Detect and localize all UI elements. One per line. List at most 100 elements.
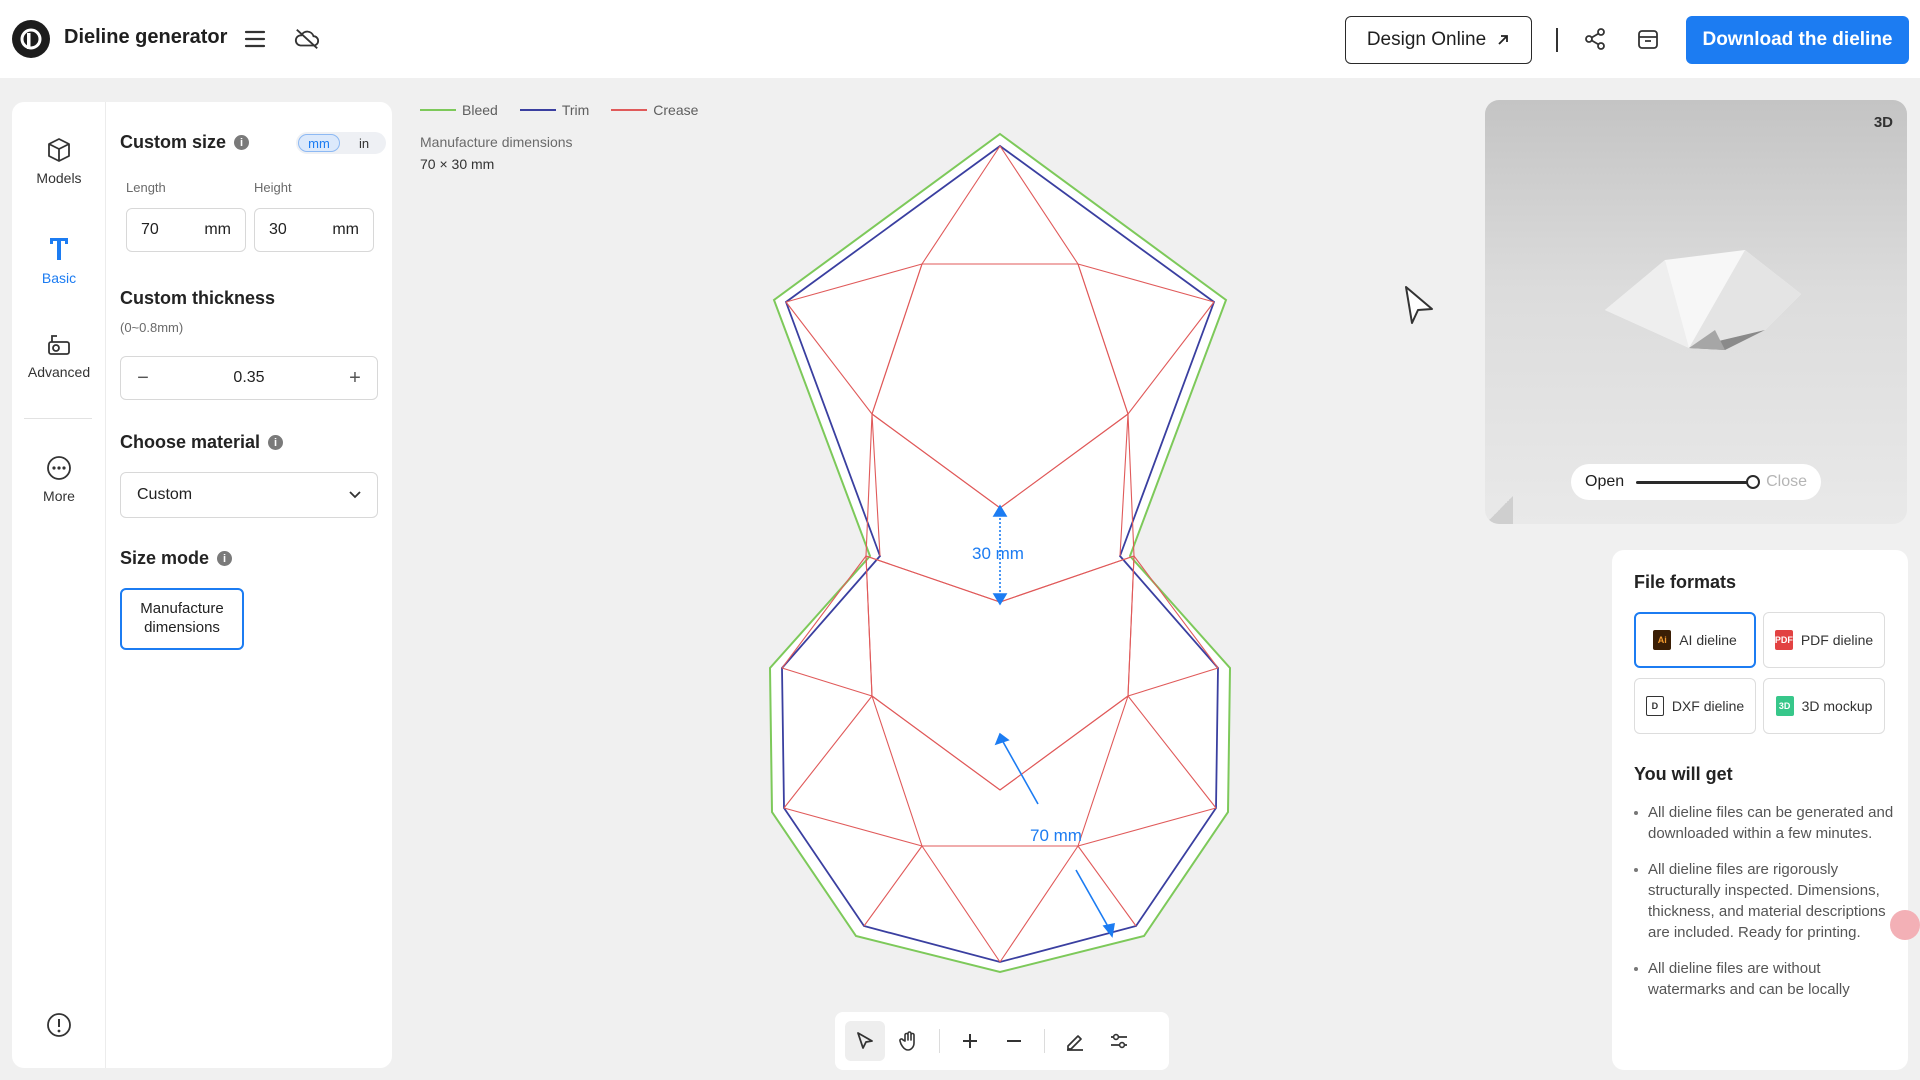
toolbar-separator [939, 1029, 940, 1053]
3d-toggle-button[interactable]: 3D [1874, 114, 1893, 131]
open-close-slider[interactable]: Open Close [1571, 464, 1821, 500]
top-bar: Dieline generator Design Online Download… [0, 0, 1920, 78]
material-value: Custom [137, 486, 193, 503]
pen-tool-icon[interactable] [1055, 1021, 1095, 1061]
design-online-button[interactable]: Design Online [1345, 16, 1532, 64]
material-title-text: Choose material [120, 432, 261, 452]
unit-option-mm[interactable]: mm [298, 134, 340, 152]
share-icon[interactable] [1582, 26, 1608, 52]
toolbar-separator [1044, 1029, 1045, 1053]
app-title: Dieline generator [64, 26, 228, 48]
select-tool-icon[interactable] [845, 1021, 885, 1061]
mockup-icon: 3D [1775, 696, 1794, 716]
rail-item-basic[interactable]: Basic [12, 234, 106, 286]
cloud-off-icon[interactable] [294, 26, 320, 52]
format-label: DXF dieline [1671, 698, 1745, 714]
adjust-icon[interactable] [1099, 1021, 1139, 1061]
size-mode-title: Size mode i [120, 548, 233, 569]
rail-label-advanced: Advanced [27, 364, 91, 380]
rail-label-models: Models [36, 170, 82, 186]
translate-icon[interactable] [1890, 910, 1920, 940]
list-item: All dieline files are rigorously structu… [1634, 859, 1896, 944]
format-dxf-dieline[interactable]: D DXF dieline [1634, 678, 1756, 734]
custom-size-title: Custom size i [120, 132, 250, 153]
custom-size-title-text: Custom size [120, 132, 227, 152]
length-dimension-label: 70 mm [1030, 826, 1082, 845]
format-label: 3D mockup [1801, 698, 1873, 714]
chevron-down-icon [349, 491, 361, 499]
height-unit: mm [332, 221, 359, 238]
left-rail: Models Basic Advanced More [12, 102, 106, 1068]
decrement-button[interactable]: − [129, 364, 157, 392]
thickness-stepper: − 0.35 + [120, 356, 378, 400]
rail-item-advanced[interactable]: Advanced [12, 332, 106, 380]
hand-tool-icon[interactable] [889, 1021, 929, 1061]
zoom-in-icon[interactable] [950, 1021, 990, 1061]
thickness-value[interactable]: 0.35 [233, 369, 264, 387]
pdf-file-icon: PDF [1774, 630, 1793, 650]
menu-icon[interactable] [242, 26, 268, 52]
unit-option-in[interactable]: in [344, 134, 384, 152]
zoom-out-icon[interactable] [994, 1021, 1034, 1061]
design-online-label: Design Online [1366, 29, 1487, 50]
ai-file-icon: Ai [1653, 630, 1672, 650]
thickness-range: (0~0.8mm) [120, 320, 184, 335]
info-icon[interactable]: i [217, 551, 233, 566]
3d-model-render[interactable] [1565, 230, 1825, 380]
mouse-cursor-icon [1402, 284, 1438, 333]
slider-track[interactable] [1636, 474, 1761, 489]
external-link-icon [1498, 35, 1509, 45]
manufacture-dimensions-value: 70 × 30 mm [420, 156, 495, 172]
toolbar-divider [1556, 28, 1558, 52]
length-input[interactable]: 70 mm [126, 208, 246, 252]
app-logo[interactable] [12, 20, 50, 58]
file-formats-title: File formats [1634, 572, 1737, 592]
3d-preview[interactable]: 3D Open Close [1485, 100, 1907, 524]
list-item: All dieline files can be generated and d… [1634, 802, 1896, 845]
material-title: Choose material i [120, 432, 284, 453]
unit-toggle: mm in [296, 132, 386, 154]
download-dieline-button[interactable]: Download the dieline [1686, 16, 1909, 64]
legend-item-crease: Crease [611, 102, 698, 118]
height-label: Height [254, 180, 292, 195]
legend-item-trim: Trim [519, 102, 590, 118]
height-input[interactable]: 30 mm [254, 208, 374, 252]
rail-item-more[interactable]: More [12, 454, 106, 504]
legend-swatch [611, 109, 648, 111]
rail-label-basic: Basic [41, 270, 77, 286]
format-ai-dieline[interactable]: Ai AI dieline [1634, 612, 1756, 668]
legend-label: Trim [561, 102, 590, 118]
length-value: 70 [141, 221, 159, 238]
increment-button[interactable]: + [341, 364, 369, 392]
rail-divider [24, 418, 92, 419]
legend-label: Bleed [462, 102, 498, 118]
list-item: All dieline files are without watermarks… [1634, 958, 1896, 1001]
file-formats-card: File formats Ai AI dieline PDF PDF dieli… [1612, 550, 1908, 1070]
info-icon[interactable]: i [268, 435, 284, 450]
canvas-toolbar [835, 1012, 1169, 1070]
dxf-file-icon: D [1645, 696, 1664, 716]
legend-swatch [519, 109, 556, 111]
legend-item-bleed: Bleed [420, 102, 498, 118]
text-t-icon [50, 238, 68, 260]
resize-handle[interactable] [1485, 496, 1513, 524]
thickness-title: Custom thickness [120, 288, 276, 308]
you-will-get-title: You will get [1634, 764, 1733, 784]
info-circle-icon[interactable] [46, 1012, 72, 1043]
format-pdf-dieline[interactable]: PDF PDF dieline [1763, 612, 1885, 668]
slider-close-label: Close [1766, 473, 1807, 490]
height-dimension-label: 30 mm [972, 544, 1024, 563]
legend-swatch [420, 109, 456, 111]
format-3d-mockup[interactable]: 3D 3D mockup [1763, 678, 1885, 734]
archive-icon[interactable] [1635, 26, 1661, 52]
rail-item-models[interactable]: Models [12, 136, 106, 186]
manufacture-dimensions-label: Manufacture dimensions [420, 134, 573, 150]
rail-label-more: More [43, 488, 75, 504]
size-mode-option[interactable]: Manufacture dimensions [120, 588, 244, 650]
length-unit: mm [204, 221, 231, 238]
format-label: PDF dieline [1800, 632, 1874, 648]
slider-handle[interactable] [1746, 474, 1761, 489]
info-icon[interactable]: i [234, 135, 250, 150]
cube-icon [48, 138, 70, 162]
material-select[interactable]: Custom [120, 472, 378, 518]
